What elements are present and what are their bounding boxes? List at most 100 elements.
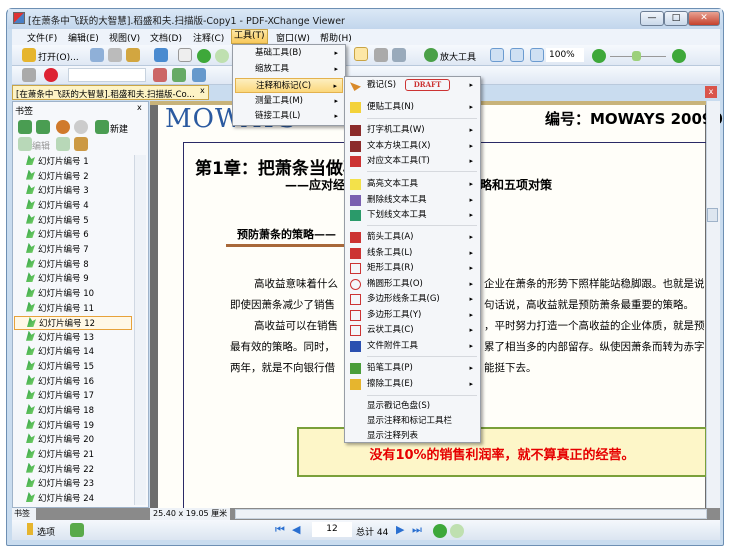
search-web-icon[interactable] — [44, 68, 58, 82]
bookmark-item[interactable]: 幻灯片编号 11 — [14, 301, 132, 316]
find-icon[interactable] — [153, 68, 167, 82]
menu-item-annotation-tool[interactable]: 箭头工具(A) ▸ — [347, 230, 478, 245]
scan-icon[interactable] — [154, 48, 168, 62]
options-button[interactable]: 选项 — [37, 525, 55, 538]
maximize-button[interactable]: □ — [664, 11, 688, 26]
forward-icon[interactable] — [215, 49, 229, 63]
menu-item-annotation-tool[interactable]: 文本方块工具(X) ▸ — [347, 139, 478, 154]
back-icon[interactable] — [197, 49, 211, 63]
menu-item-show-option[interactable]: 显示注释和标记工具栏 — [347, 414, 478, 429]
actual-size-icon[interactable] — [490, 48, 504, 62]
bookmark-item[interactable]: 幻灯片编号 19 — [14, 418, 132, 433]
menu-item-annotation-tool[interactable]: 多边形工具(Y) ▸ — [347, 308, 478, 323]
zoom-slider-thumb[interactable] — [632, 51, 641, 61]
bookmark-item[interactable]: 幻灯片编号 14 — [14, 345, 132, 359]
save-icon[interactable] — [90, 48, 104, 62]
snapshot-tool-icon[interactable] — [392, 48, 406, 62]
previous-view-icon[interactable] — [433, 524, 447, 538]
menu-item-comment-markup[interactable]: 注释和标记(C) ▸ — [235, 78, 343, 93]
menu-item-measure-tools[interactable]: 测量工具(M) ▸ — [235, 94, 343, 109]
hand-tool-icon[interactable] — [354, 47, 368, 61]
menu-item-show-option[interactable]: 显示注释列表 — [347, 429, 478, 444]
first-page-icon[interactable]: ⏮ — [275, 523, 285, 537]
tab-document[interactable]: [在萧条中飞跃的大智慧].稻盛和夫.扫描版-Co... — [12, 85, 209, 100]
zoom-out-icon[interactable] — [592, 49, 606, 63]
bookmark-item[interactable]: 幻灯片编号 7 — [14, 242, 132, 257]
horizontal-scrollbar[interactable] — [235, 509, 707, 519]
bookmarks-close-button[interactable]: x — [137, 103, 142, 112]
minimize-button[interactable]: — — [640, 11, 664, 26]
edit-bookmark-button[interactable]: 编辑 — [32, 139, 50, 152]
page-number-input[interactable]: 12 — [312, 522, 352, 537]
zoom-level-select[interactable]: 100% — [546, 48, 584, 62]
menu-document[interactable]: 文档(D) — [150, 31, 182, 44]
collapse-bookmarks-icon[interactable] — [36, 120, 50, 134]
tab-close-button[interactable]: x — [200, 86, 205, 95]
menu-item-annotation-tool[interactable]: 多边形线条工具(G) ▸ — [347, 292, 478, 307]
bookmark-item[interactable]: 幻灯片编号 16 — [14, 374, 132, 389]
zoom-in-icon[interactable] — [672, 49, 686, 63]
bookmark-item[interactable]: 幻灯片编号 20 — [14, 433, 132, 447]
menu-item-annotation-tool[interactable]: 矩形工具(R) ▸ — [347, 261, 478, 276]
menu-item-annotation-tool[interactable]: 文件附件工具 ▸ — [347, 339, 478, 354]
menu-item-annotation-tool[interactable]: 下划线文本工具 ▸ — [347, 208, 478, 223]
bookmark-item[interactable]: 幻灯片编号 24 — [14, 491, 132, 506]
bookmarks-panel-tab[interactable]: 书签 — [12, 508, 36, 520]
close-button[interactable]: ✕ — [688, 11, 720, 26]
close-document-button[interactable]: x — [705, 86, 717, 98]
next-view-icon[interactable] — [450, 524, 464, 538]
menu-item-annotation-tool[interactable]: 擦除工具(E) ▸ — [347, 377, 478, 392]
menu-item-annotation-tool[interactable]: 线条工具(L) ▸ — [347, 246, 478, 261]
print-icon[interactable] — [108, 48, 122, 62]
fit-page-icon[interactable] — [510, 48, 524, 62]
menu-item-annotation-tool[interactable]: 椭圆形工具(O) ▸ — [347, 277, 478, 292]
bookmark-item[interactable]: 幻灯片编号 13 — [14, 330, 132, 345]
fit-width-icon[interactable] — [530, 48, 544, 62]
new-bookmark-button[interactable]: 新建 — [110, 122, 128, 135]
ocr-icon[interactable] — [178, 48, 192, 62]
menu-item-annotation-tool[interactable]: 高亮文本工具 ▸ — [347, 177, 478, 192]
search-input[interactable] — [68, 68, 146, 82]
bookmark-item[interactable]: 幻灯片编号 2 — [14, 169, 132, 184]
bookmark-item[interactable]: 幻灯片编号 10 — [14, 286, 132, 301]
bookmark-item[interactable]: 幻灯片编号 18 — [14, 404, 132, 418]
menu-item-stamp[interactable]: 戳记(S) DRAFT ▸ — [347, 78, 478, 93]
bookmark-item[interactable]: 幻灯片编号 15 — [14, 360, 132, 374]
next-page-icon[interactable]: ▶ — [396, 523, 404, 536]
menu-item-annotation-tool[interactable]: 删除线文本工具 ▸ — [347, 193, 478, 208]
last-page-icon[interactable]: ⏭ — [412, 523, 422, 537]
select-tool-icon[interactable] — [374, 48, 388, 62]
vertical-scroll-thumb[interactable] — [707, 208, 718, 222]
menu-item-zoom-tools[interactable]: 缩放工具 ▸ — [235, 62, 343, 77]
menu-item-annotation-tool[interactable]: 云状工具(C) ▸ — [347, 323, 478, 338]
menu-item-annotation-tool[interactable]: 便贴工具(N) ▸ — [347, 100, 478, 115]
bookmark-item[interactable]: 幻灯片编号 17 — [14, 389, 132, 403]
bookmark-scrollbar[interactable] — [134, 155, 146, 505]
bookmark-item[interactable]: 幻灯片编号 9 — [14, 272, 132, 286]
bookmark-item[interactable]: 幻灯片编号 21 — [14, 448, 132, 462]
menu-file[interactable]: 文件(F) — [27, 31, 57, 44]
zoom-in-bookmark-icon[interactable] — [56, 120, 70, 134]
menu-item-annotation-tool[interactable]: 对应文本工具(T) ▸ — [347, 154, 478, 169]
expand-bookmarks-icon[interactable] — [18, 120, 32, 134]
menu-edit[interactable]: 编辑(E) — [68, 31, 99, 44]
bookmark-item[interactable]: 幻灯片编号 6 — [14, 228, 132, 242]
menu-tools[interactable]: 工具(T) — [231, 29, 268, 44]
delete-bookmark-icon[interactable] — [56, 137, 70, 151]
menu-item-basic-tools[interactable]: 基础工具(B) ▸ — [235, 46, 343, 61]
zoom-tool-button[interactable]: 放大工具 — [440, 50, 476, 63]
vertical-scrollbar[interactable] — [706, 101, 720, 508]
bookmark-item[interactable]: 幻灯片编号 3 — [14, 184, 132, 198]
bookmark-item[interactable]: 幻灯片编号 8 — [14, 257, 132, 272]
zoom-out-bookmark-icon[interactable] — [74, 120, 88, 134]
menu-item-link-tools[interactable]: 链接工具(L) ▸ — [235, 109, 343, 124]
menu-window[interactable]: 窗口(W) — [276, 31, 310, 44]
menu-item-annotation-tool[interactable]: 铅笔工具(P) ▸ — [347, 361, 478, 376]
menu-item-annotation-tool[interactable]: 打字机工具(W) ▸ — [347, 123, 478, 138]
recycle-icon[interactable] — [70, 523, 84, 537]
menu-view[interactable]: 视图(V) — [109, 31, 140, 44]
bookmark-item[interactable]: 幻灯片编号 12 — [14, 316, 132, 331]
menu-help[interactable]: 帮助(H) — [320, 31, 352, 44]
find-next-icon[interactable] — [172, 68, 186, 82]
menu-item-show-option[interactable]: 显示戳记色盘(S) — [347, 399, 478, 414]
